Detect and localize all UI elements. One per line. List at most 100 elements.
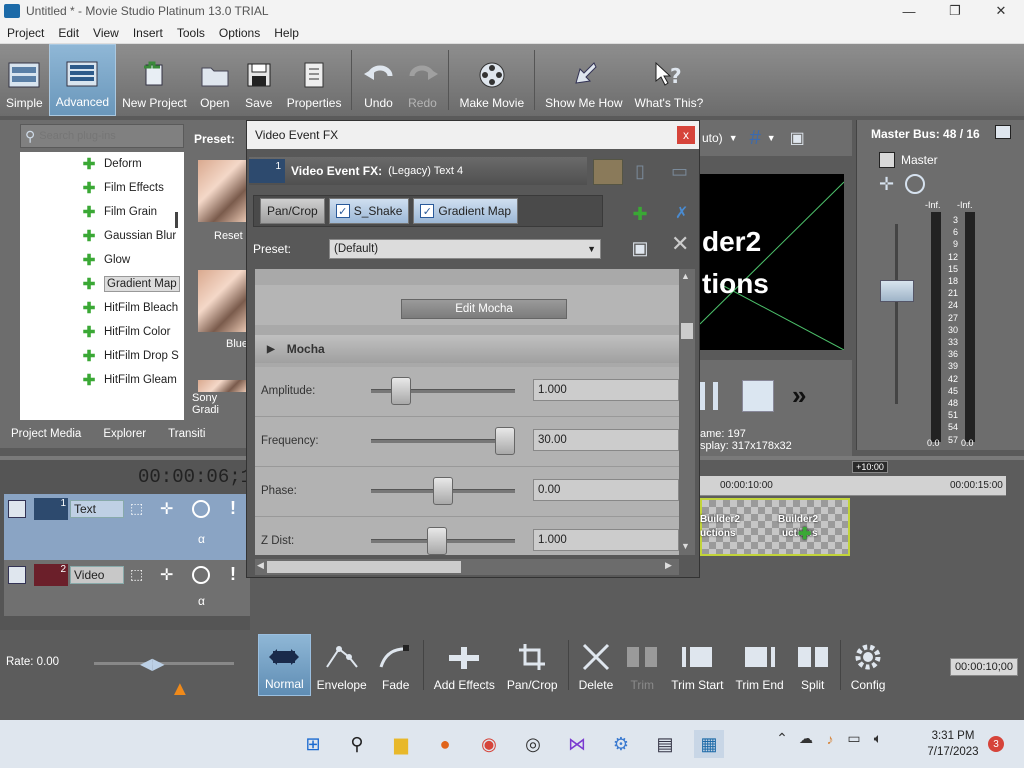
trim-button[interactable]: Trim: [619, 634, 665, 696]
grid-icon[interactable]: #: [750, 127, 761, 150]
event-fx-icon[interactable]: ✚: [798, 524, 811, 544]
config-button[interactable]: Config: [845, 634, 892, 696]
dialog-close-button[interactable]: x: [677, 126, 695, 144]
menu-help[interactable]: Help: [267, 26, 306, 40]
gradient-map-chain-button[interactable]: ✓ Gradient Map: [413, 198, 519, 224]
chrome-icon[interactable]: ◉: [474, 730, 504, 758]
tray-overflow-icon[interactable]: ⌃: [770, 730, 794, 747]
mute-track-icon[interactable]: [192, 500, 210, 518]
s-shake-chain-button[interactable]: ✓ S_Shake: [328, 198, 410, 224]
trim-start-button[interactable]: Trim Start: [665, 634, 729, 696]
notification-badge[interactable]: 3: [988, 736, 1004, 752]
master-fader[interactable]: [880, 280, 914, 302]
envelope-button[interactable]: Envelope: [311, 634, 373, 696]
parameter-horizontal-scrollbar[interactable]: ◀ ▶: [255, 559, 679, 575]
param-value-field[interactable]: 0.00: [533, 479, 679, 501]
mute-track-icon[interactable]: [192, 566, 210, 584]
compositing-mode-icon[interactable]: ⬚: [130, 500, 143, 517]
plugin-item[interactable]: ✚ Film Effects: [20, 176, 184, 200]
edit-mocha-button[interactable]: Edit Mocha: [401, 299, 567, 319]
text-event-clip[interactable]: Builder2 uctions Builder2 uctions ✚: [700, 498, 850, 556]
scroll-left-icon[interactable]: ◀: [257, 560, 264, 571]
loop-region-marker[interactable]: +10:00: [852, 461, 888, 473]
maximize-button[interactable]: ❐: [932, 0, 978, 22]
mocha-section-header[interactable]: ▶ Mocha: [255, 335, 679, 363]
properties-button[interactable]: Properties: [281, 44, 348, 116]
alpha-icon[interactable]: α: [198, 532, 205, 546]
open-button[interactable]: Open: [193, 44, 237, 116]
pause-icon[interactable]: [700, 382, 718, 410]
menu-tools[interactable]: Tools: [170, 26, 212, 40]
master-bus-settings-icon[interactable]: [995, 125, 1011, 139]
add-effects-button[interactable]: Add Effects: [428, 634, 501, 696]
remove-plugin-icon[interactable]: ✗: [675, 203, 688, 223]
preset-thumb-sony[interactable]: [198, 380, 246, 392]
next-frame-icon[interactable]: »: [792, 380, 806, 411]
scroll-thumb[interactable]: [681, 323, 693, 339]
pan-crop-button[interactable]: Pan/Crop: [501, 634, 564, 696]
scroll-down-icon[interactable]: ▼: [681, 541, 690, 551]
menu-edit[interactable]: Edit: [51, 26, 86, 40]
preset-thumb-blue[interactable]: [198, 270, 246, 332]
scroll-up-icon[interactable]: ▲: [681, 271, 690, 281]
timeline-ruler[interactable]: 00:00:10:00 00:00:15:00: [700, 476, 1006, 496]
trim-end-button[interactable]: Trim End: [729, 634, 789, 696]
cloud-off-icon[interactable]: ☁: [794, 730, 818, 747]
close-window-button[interactable]: ✕: [978, 0, 1024, 22]
timeline-timecode[interactable]: 00:00:06;17: [138, 466, 263, 488]
file-explorer-icon[interactable]: ▆: [386, 730, 416, 758]
movie-studio-active-icon[interactable]: ▦: [694, 730, 724, 758]
preview-quality-dropdown[interactable]: uto): [702, 131, 723, 145]
plugin-item[interactable]: ✚ HitFilm Drop S: [20, 344, 184, 368]
track-expand-icon[interactable]: [8, 566, 26, 584]
track-motion-icon[interactable]: ✛: [160, 565, 173, 585]
redo-button[interactable]: Redo: [400, 44, 444, 116]
plugin-item[interactable]: ✚ Film Grain: [20, 200, 184, 224]
plugin-scrollbar[interactable]: [175, 212, 178, 228]
track-expand-icon[interactable]: [8, 500, 26, 518]
param-value-field[interactable]: 1.000: [533, 379, 679, 401]
master-bypass-icon[interactable]: [879, 152, 895, 168]
solo-icon[interactable]: !: [230, 564, 236, 585]
normal-edit-button[interactable]: Normal: [258, 634, 311, 696]
settings-icon[interactable]: ⚙: [606, 730, 636, 758]
microphone-icon[interactable]: ♪: [818, 731, 842, 747]
pan-crop-chain-button[interactable]: Pan/Crop: [260, 198, 325, 224]
dialog-title-bar[interactable]: Video Event FX x: [247, 121, 699, 149]
param-value-field[interactable]: 30.00: [533, 429, 679, 451]
param-slider-thumb[interactable]: [433, 477, 453, 505]
track-name[interactable]: Text: [70, 500, 124, 518]
fade-button[interactable]: Fade: [373, 634, 419, 696]
tab-project-media[interactable]: Project Media: [0, 428, 92, 440]
track-name[interactable]: Video: [70, 566, 124, 584]
show-me-how-button[interactable]: Show Me How: [539, 44, 628, 116]
checkbox-icon[interactable]: ✓: [335, 204, 350, 218]
pan-icon[interactable]: ✛: [879, 174, 894, 195]
undo-button[interactable]: Undo: [356, 44, 400, 116]
delete-button[interactable]: Delete: [573, 634, 620, 696]
menu-view[interactable]: View: [86, 26, 126, 40]
plugin-item[interactable]: ✚ HitFilm Gleam: [20, 368, 184, 392]
track-header-2[interactable]: 2 Video ⬚ ✛ ! α: [4, 560, 250, 616]
scroll-thumb[interactable]: [267, 561, 461, 573]
param-slider-thumb[interactable]: [426, 527, 447, 555]
parameter-vertical-scrollbar[interactable]: ▲ ▼: [679, 269, 695, 555]
visual-studio-icon[interactable]: ⋈: [562, 730, 592, 758]
search-icon[interactable]: ⚲: [342, 730, 372, 758]
plugin-item[interactable]: ✚ Deform: [20, 152, 184, 176]
volume-icon[interactable]: 🔈︎: [866, 730, 890, 747]
obs-icon[interactable]: ◎: [518, 730, 548, 758]
plugin-item[interactable]: ✚ Glow: [20, 248, 184, 272]
menu-project[interactable]: Project: [0, 26, 51, 40]
track-motion-icon[interactable]: ✛: [160, 499, 173, 519]
tab-transitions[interactable]: Transiti: [157, 428, 216, 440]
param-slider-thumb[interactable]: [495, 427, 515, 455]
end-timecode[interactable]: 00:00:10;00: [950, 658, 1018, 676]
plugin-search-input[interactable]: [39, 130, 170, 142]
track-header-1[interactable]: 1 Text ⬚ ✛ ! α: [4, 494, 250, 560]
firefox-icon[interactable]: ●: [430, 730, 460, 758]
param-slider-thumb[interactable]: [390, 377, 411, 405]
plugin-on-off-icon[interactable]: ▭: [671, 161, 688, 182]
compositing-mode-icon[interactable]: ⬚: [130, 566, 143, 583]
alpha-icon[interactable]: α: [198, 594, 205, 608]
